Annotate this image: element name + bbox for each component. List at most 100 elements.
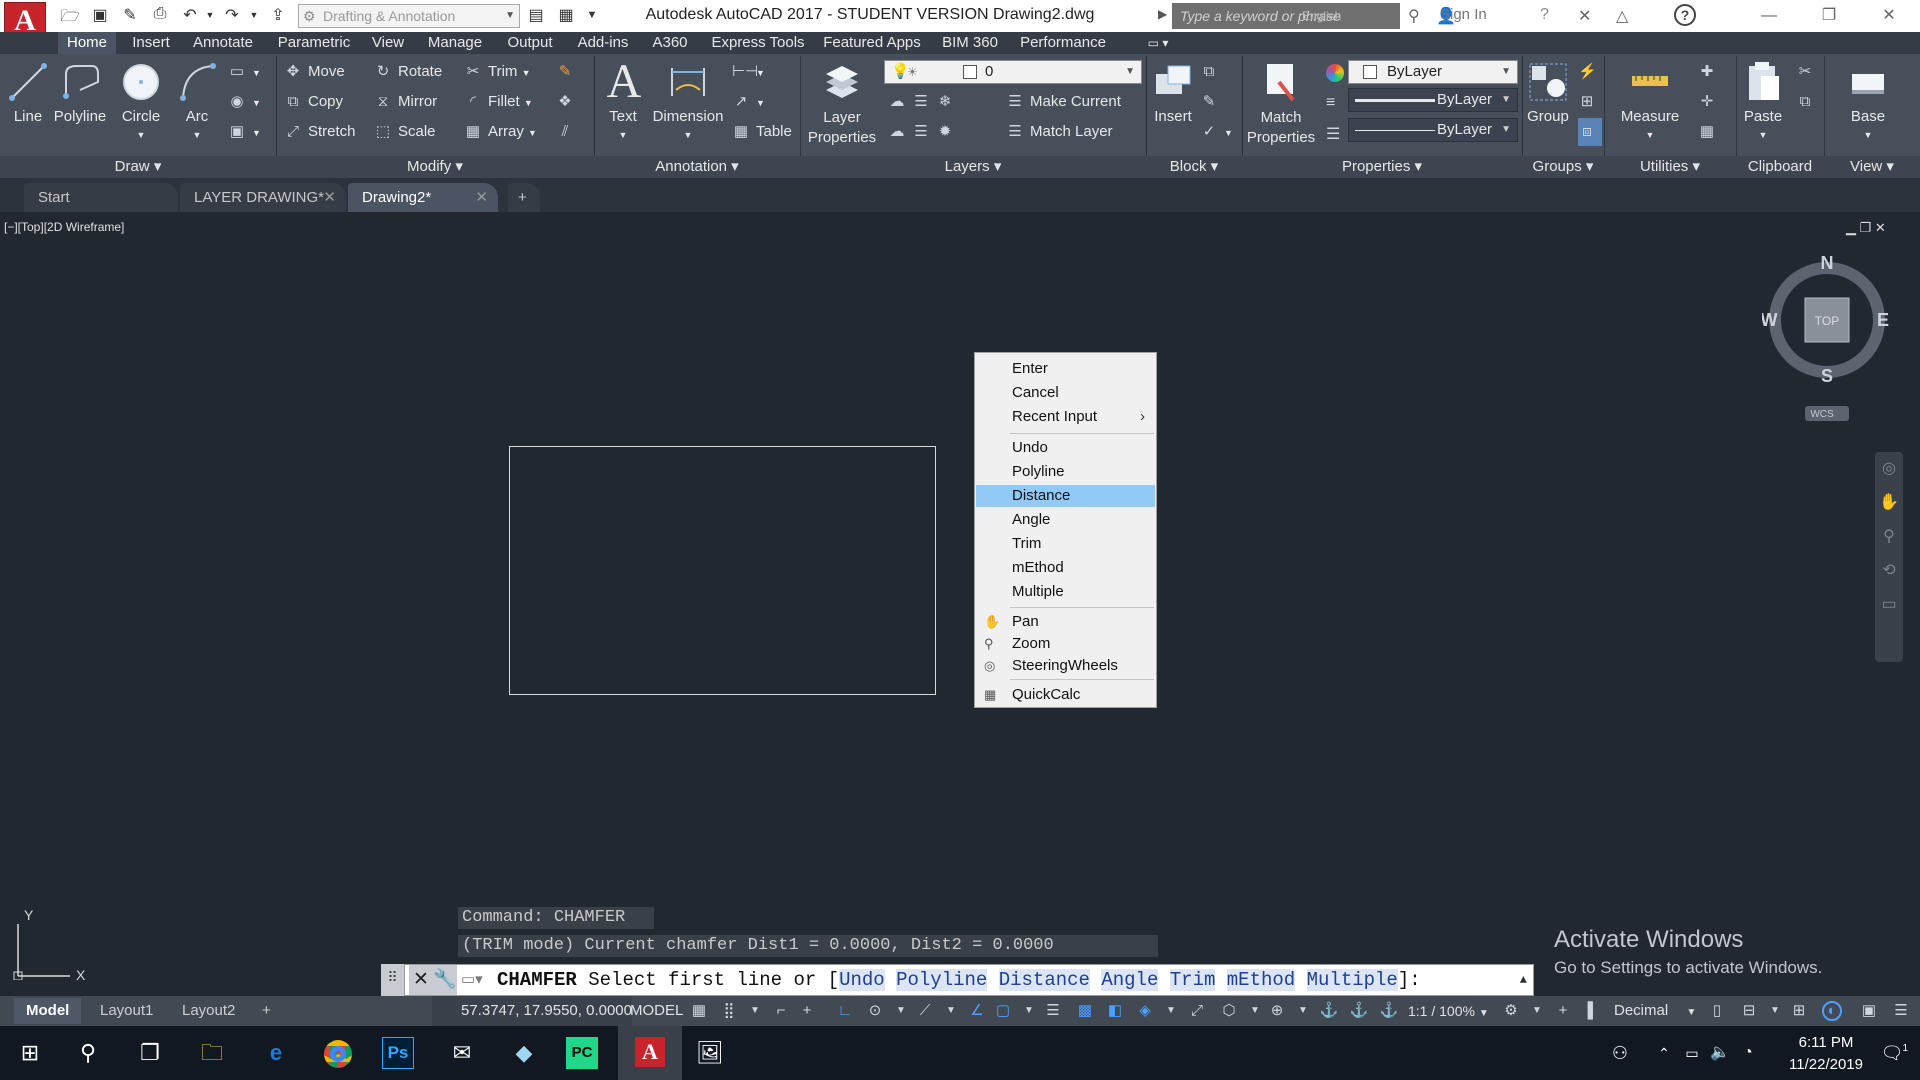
viewport-window-controls[interactable]: ▁ ❐ ✕ (1846, 220, 1886, 236)
option-method[interactable]: mEthod (1226, 969, 1296, 991)
expand-icon[interactable]: ▶ (1158, 7, 1167, 21)
sticky-app-icon[interactable]: ◆ (504, 1033, 544, 1073)
object-snap-icon[interactable]: ▢ (992, 1000, 1014, 1022)
command-line[interactable]: ⠿ ✕ 🔧 ▭▾ CHAMFER Select first line or [U… (381, 964, 1534, 996)
workspace-icon[interactable]: ▤ (526, 5, 546, 25)
tab-bim-360[interactable]: BIM 360 (934, 32, 1006, 54)
save-icon[interactable]: ▣ (90, 5, 110, 25)
layout-tab-model[interactable]: Model (14, 998, 82, 1024)
compass-north[interactable]: N (1821, 255, 1834, 273)
command-grip-icon[interactable]: ⠿ (381, 964, 405, 996)
boundary-tool[interactable]: ▣ ▼ (228, 118, 261, 146)
steering-wheel-icon[interactable]: ◎ (1875, 452, 1903, 486)
sign-in-button[interactable]: Sign In (1440, 6, 1487, 23)
chrome-icon[interactable] (318, 1033, 358, 1073)
osnap-dropdown-icon[interactable]: ▼ (1018, 1000, 1040, 1022)
lineweight-display-icon[interactable]: ☰ (1042, 1000, 1064, 1022)
panel-layers[interactable]: Layers ▾ (800, 156, 1146, 178)
workspace-switch-icon[interactable]: ⚙ (1500, 1000, 1522, 1022)
explode-tool[interactable]: ❖ (556, 88, 580, 116)
rotate-button[interactable]: ↻ Rotate (374, 58, 443, 86)
photoshop-icon[interactable]: Ps (382, 1037, 414, 1069)
orbit-icon[interactable]: ⟲ (1875, 554, 1903, 588)
panel-modify[interactable]: Modify ▾ (276, 156, 594, 178)
infer-constraints-icon[interactable]: ⌐ (770, 1000, 792, 1022)
menu-item-cancel[interactable]: Cancel (976, 382, 1155, 404)
auto-scale-icon[interactable]: ⚓ (1348, 1000, 1370, 1022)
object-snap-tracking-icon[interactable]: ∠ (966, 1000, 988, 1022)
recent-commands-icon[interactable]: ▭▾ (461, 965, 495, 995)
compass-south[interactable]: S (1821, 366, 1833, 386)
save-as-icon[interactable]: ✎ (120, 5, 140, 25)
panel-view[interactable]: View ▾ (1824, 156, 1920, 178)
workspace-dropdown[interactable]: ⚙ Drafting & Annotation ▼ (298, 4, 520, 28)
option-polyline[interactable]: Polyline (896, 969, 988, 991)
array-button[interactable]: ▦ Array ▼ (464, 118, 537, 146)
undo-dropdown-icon[interactable]: ▼ (200, 10, 220, 30)
viewport-controls[interactable]: [−][Top][2D Wireframe] (4, 220, 124, 234)
command-history-toggle-icon[interactable]: ▲ (1520, 965, 1527, 995)
pycharm-icon[interactable]: PC (566, 1037, 598, 1069)
group-button[interactable]: Group (1526, 60, 1570, 125)
panel-annotation[interactable]: Annotation ▾ (594, 156, 800, 178)
menu-item-undo[interactable]: Undo (976, 437, 1155, 459)
search-input[interactable]: Type a keyword or phrase English (1172, 3, 1400, 29)
close-icon[interactable]: ✕ (1860, 0, 1918, 32)
snap-mode-icon[interactable]: ⣿ (718, 1000, 740, 1022)
polyline-button[interactable]: Polyline (52, 60, 108, 125)
notifications-icon[interactable]: 🗨 1 (1872, 1033, 1912, 1073)
lock-ui-dropdown-icon[interactable]: ▼ (1764, 1000, 1786, 1022)
hardware-acceleration-icon[interactable]: ◐ (1822, 1001, 1842, 1021)
menu-item-multiple[interactable]: Multiple (976, 581, 1155, 603)
rectangle-tool[interactable]: ▭ ▼ (228, 58, 261, 86)
grid-icon[interactable]: ▦ (688, 1000, 710, 1022)
measure-button[interactable]: Measure ▼ (1614, 60, 1686, 142)
selection-filter-icon[interactable]: ⬡ (1218, 1000, 1240, 1022)
transparency-icon[interactable]: ▩ (1074, 1000, 1096, 1022)
snap-dropdown-icon[interactable]: ▼ (744, 1000, 766, 1022)
tab-view[interactable]: View (366, 32, 410, 54)
undo-icon[interactable]: ↶ (180, 5, 200, 25)
minimize-icon[interactable]: — (1740, 0, 1798, 32)
hatch-tool[interactable]: ◉ ▼ (228, 88, 260, 116)
drawn-rectangle[interactable] (509, 446, 936, 695)
share-icon[interactable]: ⇪ (268, 5, 288, 25)
doc-tab-drawing2[interactable]: Drawing2* ✕ (348, 183, 498, 212)
lineweight-dropdown[interactable]: ByLayer ▼ (1348, 88, 1518, 112)
tab-annotate[interactable]: Annotate (188, 32, 258, 54)
scale-button[interactable]: ⬚ Scale (374, 118, 436, 146)
annotation-monitor-icon[interactable]: + (1552, 1000, 1574, 1022)
arc-button[interactable]: Arc ▼ (174, 60, 220, 142)
offset-tool[interactable]: ⫽ (556, 118, 580, 146)
filter-dropdown-icon[interactable]: ▼ (1244, 1000, 1266, 1022)
tab-manage[interactable]: Manage (420, 32, 490, 54)
tab-featured-apps[interactable]: Featured Apps (818, 32, 926, 54)
panel-clipboard[interactable]: Clipboard (1736, 156, 1824, 178)
move-button[interactable]: ✥ Move (284, 58, 345, 86)
menu-item-pan[interactable]: ✋ Pan (976, 611, 1155, 633)
dynamic-input-icon[interactable]: + (796, 1000, 818, 1022)
quick-properties-icon[interactable]: ▯ (1706, 1000, 1728, 1022)
point-id-tool[interactable]: ✛ (1698, 88, 1722, 116)
workspace-switch-dropdown-icon[interactable]: ▼ (1526, 1000, 1548, 1022)
menu-item-method[interactable]: mEthod (976, 557, 1155, 579)
option-trim[interactable]: Trim (1169, 969, 1216, 991)
edge-browser-icon[interactable]: e (256, 1033, 296, 1073)
panel-block[interactable]: Block ▾ (1146, 156, 1242, 178)
close-tab-icon[interactable]: ✕ (475, 183, 488, 212)
command-customize-icon[interactable]: 🔧 (433, 965, 457, 995)
menu-item-recent-input[interactable]: Recent Input › (976, 406, 1155, 428)
edit-block-tool[interactable]: ✎ (1200, 88, 1224, 116)
ungroup-tool[interactable]: ⚡ (1578, 58, 1602, 86)
tab-express-tools[interactable]: Express Tools (706, 32, 810, 54)
create-block-tool[interactable]: ⧉ (1200, 58, 1224, 86)
showmotion-icon[interactable]: ▭ (1875, 588, 1903, 622)
restore-icon[interactable]: ❐ (1800, 0, 1858, 32)
file-explorer-icon[interactable]: 🗀 (192, 1033, 232, 1073)
menu-item-angle[interactable]: Angle (976, 509, 1155, 531)
copy-button[interactable]: ⧉ Copy (284, 88, 343, 116)
layout-tab-layout2[interactable]: Layout2 (170, 998, 247, 1024)
panel-utilities[interactable]: Utilities ▾ (1604, 156, 1736, 178)
tab-a360[interactable]: A360 (644, 32, 696, 54)
linear-dim-tool[interactable]: ⊢⊣▼ (732, 58, 765, 86)
